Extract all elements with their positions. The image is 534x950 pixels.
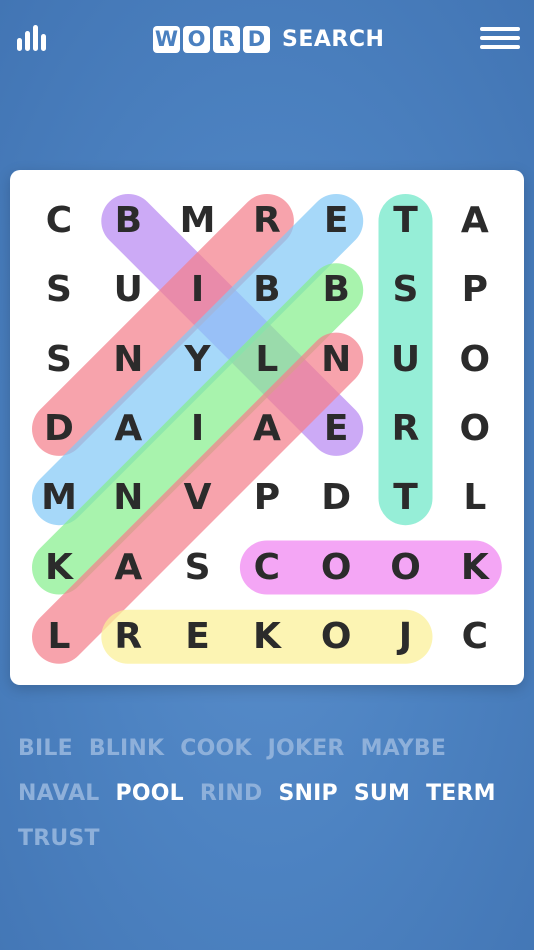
grid-cell[interactable]: O [308, 540, 364, 596]
word-list-row: NAVAL POOL RIND SNIP SUM TERM [18, 771, 518, 816]
word-trust: TRUST [18, 826, 100, 851]
grid-cell[interactable]: M [31, 470, 87, 526]
word-list-row: BILE BLINK COOK JOKER MAYBE [18, 726, 518, 771]
grid-cell[interactable]: R [239, 193, 295, 249]
grid-cell[interactable]: K [239, 609, 295, 665]
word-joker: JOKER [267, 736, 345, 761]
grid-cell[interactable]: S [170, 540, 226, 596]
word-naval: NAVAL [18, 781, 100, 806]
puzzle-board[interactable]: CBMRETASUIBBSPSNYLNUODAIAEROMNVPDTLKASCO… [10, 170, 524, 685]
grid-cell[interactable]: J [378, 609, 434, 665]
grid-cell[interactable]: I [170, 401, 226, 457]
grid-cell[interactable]: E [308, 401, 364, 457]
grid-cell[interactable]: A [100, 401, 156, 457]
word-sum: SUM [353, 781, 411, 806]
word-term: TERM [426, 781, 496, 806]
grid-cell[interactable]: N [100, 332, 156, 388]
grid-cell[interactable]: Y [170, 332, 226, 388]
grid-cell[interactable]: L [31, 609, 87, 665]
logo-tile: D [243, 25, 270, 53]
word-cook: COOK [180, 736, 252, 761]
app-logo: W O R D SEARCH [153, 24, 384, 54]
word-snip: SNIP [278, 781, 338, 806]
grid-cell[interactable]: C [31, 193, 87, 249]
header-bar: W O R D SEARCH [0, 0, 534, 80]
grid-cell[interactable]: N [308, 332, 364, 388]
grid-cell[interactable]: B [100, 193, 156, 249]
hamburger-menu-icon[interactable] [478, 26, 522, 50]
grid-cell[interactable]: C [447, 609, 503, 665]
grid-cell[interactable]: P [239, 470, 295, 526]
grid-cell[interactable]: N [100, 470, 156, 526]
grid-cell[interactable]: P [447, 262, 503, 318]
grid-cell[interactable]: D [308, 470, 364, 526]
grid-cell[interactable]: R [100, 609, 156, 665]
word-maybe: MAYBE [360, 736, 447, 761]
word-list-row: TRUST [18, 816, 518, 861]
word-list: BILE BLINK COOK JOKER MAYBE NAVAL POOL RIND SNIP… [18, 726, 518, 861]
grid-cell[interactable]: S [31, 332, 87, 388]
grid-cell[interactable]: O [447, 332, 503, 388]
grid-cell[interactable]: O [378, 540, 434, 596]
grid-cell[interactable]: C [239, 540, 295, 596]
word-rind: RIND [199, 781, 263, 806]
grid-cell[interactable]: V [170, 470, 226, 526]
word-blink: BLINK [88, 736, 165, 761]
grid-cell[interactable]: L [239, 332, 295, 388]
stats-icon[interactable] [16, 24, 48, 52]
logo-tile: O [183, 25, 210, 53]
grid-cell[interactable]: T [378, 193, 434, 249]
grid-cell[interactable]: O [308, 609, 364, 665]
grid-cell[interactable]: B [239, 262, 295, 318]
logo-search-text: SEARCH [282, 26, 385, 52]
grid-cell[interactable]: I [170, 262, 226, 318]
grid-cell[interactable]: K [31, 540, 87, 596]
grid-cell[interactable]: K [447, 540, 503, 596]
grid-cell[interactable]: B [308, 262, 364, 318]
word-pool: POOL [115, 781, 184, 806]
grid-cell[interactable]: A [100, 540, 156, 596]
grid-cell[interactable]: A [239, 401, 295, 457]
letter-grid[interactable]: CBMRETASUIBBSPSNYLNUODAIAEROMNVPDTLKASCO… [10, 170, 524, 685]
logo-tile: W [153, 25, 180, 53]
grid-cell[interactable]: E [308, 193, 364, 249]
grid-cell[interactable]: U [100, 262, 156, 318]
grid-cell[interactable]: L [447, 470, 503, 526]
grid-cell[interactable]: E [170, 609, 226, 665]
grid-cell[interactable]: S [31, 262, 87, 318]
grid-cell[interactable]: R [378, 401, 434, 457]
word-bile: BILE [18, 736, 73, 761]
grid-cell[interactable]: S [378, 262, 434, 318]
grid-cell[interactable]: A [447, 193, 503, 249]
grid-cell[interactable]: U [378, 332, 434, 388]
logo-tile: R [213, 25, 240, 53]
grid-cell[interactable]: O [447, 401, 503, 457]
grid-cell[interactable]: D [31, 401, 87, 457]
grid-cell[interactable]: T [378, 470, 434, 526]
grid-cell[interactable]: M [170, 193, 226, 249]
